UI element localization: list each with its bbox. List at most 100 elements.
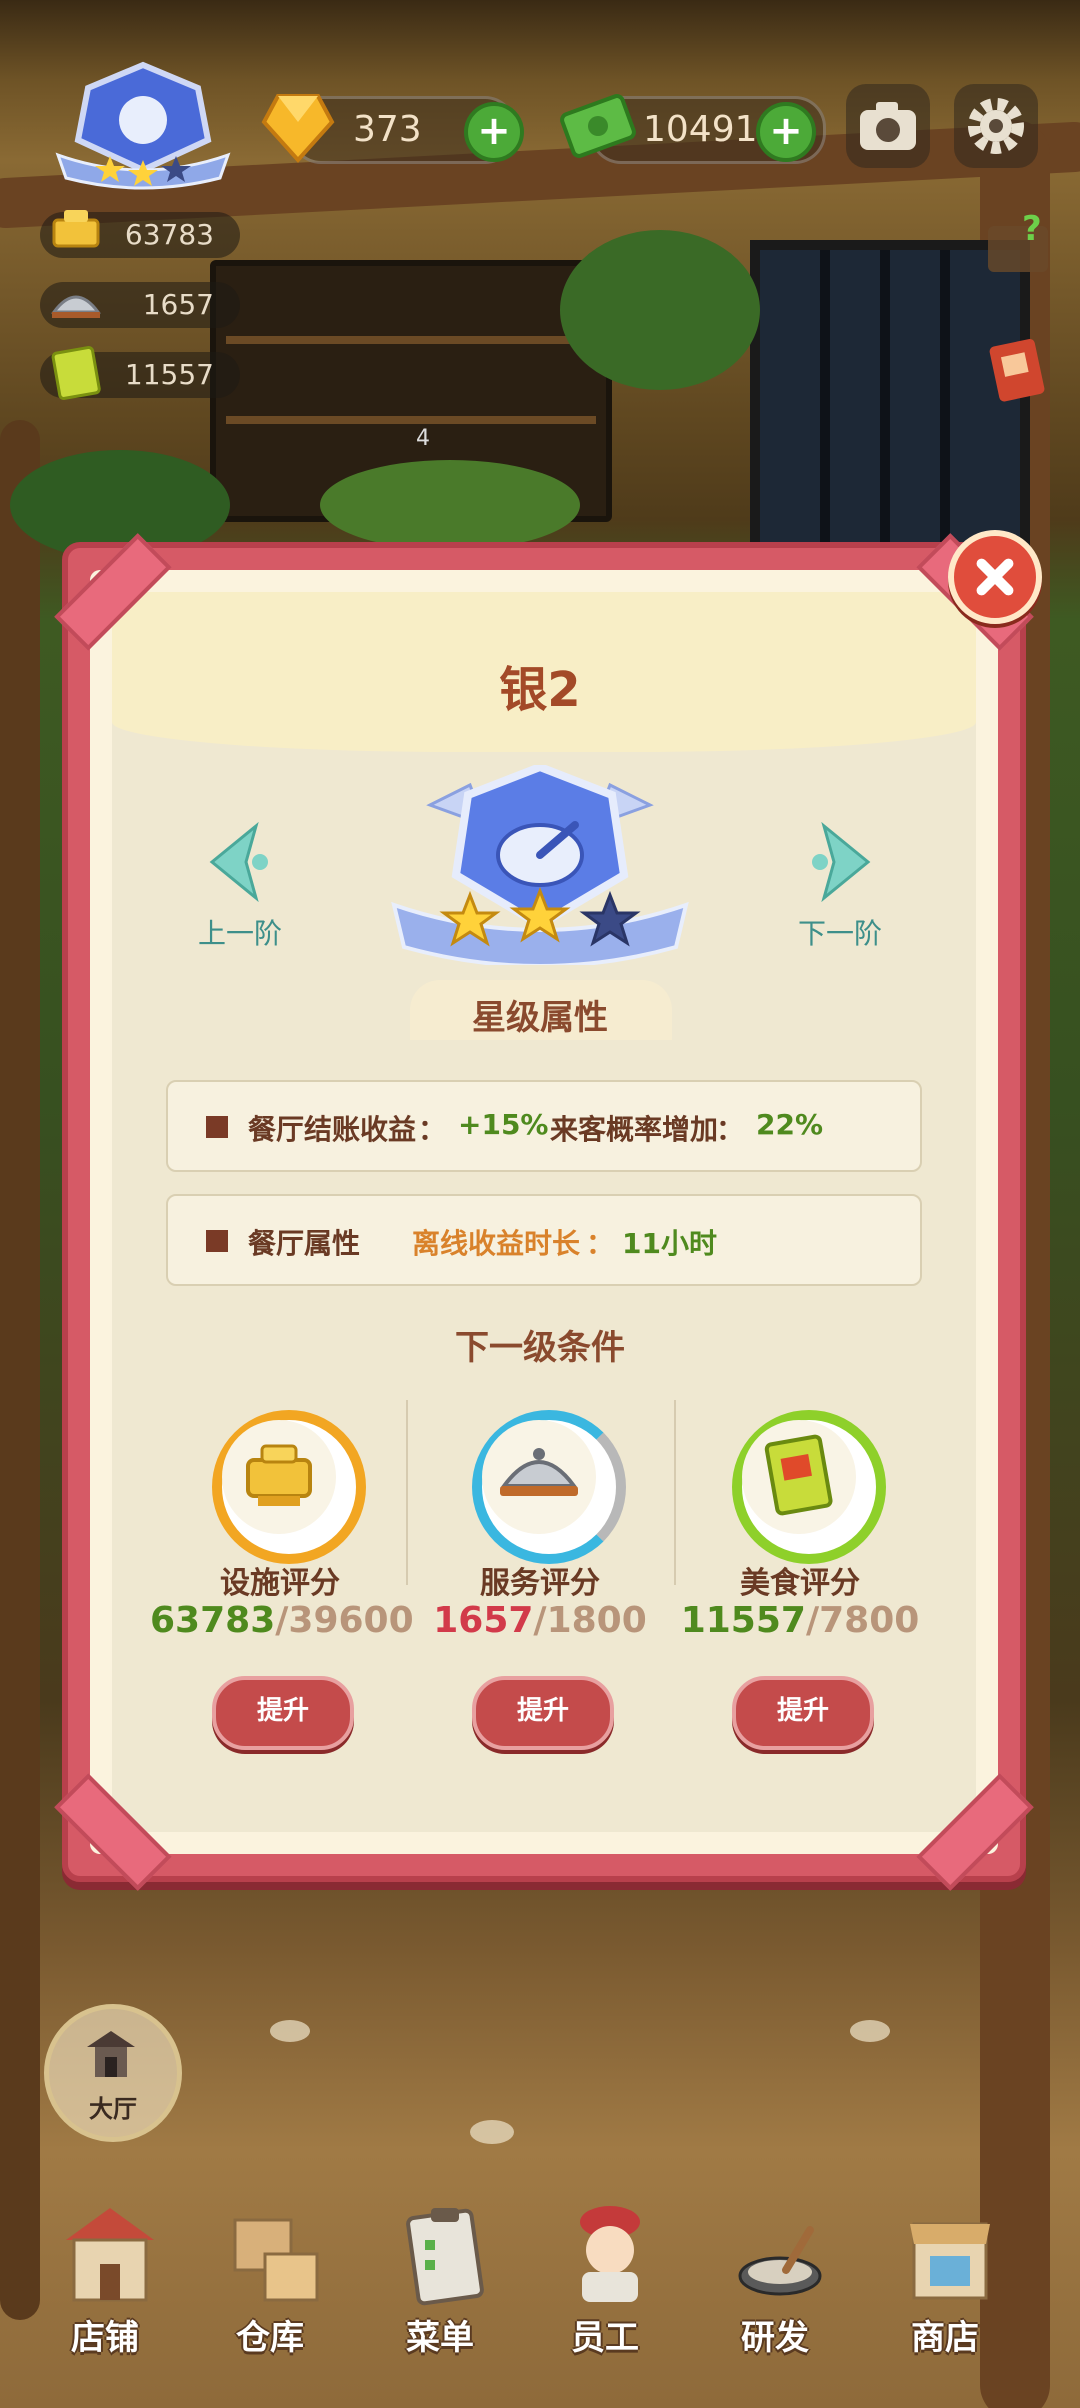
checkout-income-value: +15% bbox=[458, 1108, 549, 1141]
menu-clipboard-icon bbox=[406, 2208, 484, 2306]
chevron-right-icon bbox=[812, 821, 871, 903]
separator: ： bbox=[586, 1227, 615, 1260]
silver-rank-icon bbox=[55, 61, 231, 190]
food-required: 7800 bbox=[819, 1600, 920, 1641]
nav-staff-label: 员工 bbox=[571, 2318, 639, 2358]
offline-income-label: 离线收益时长 bbox=[412, 1227, 581, 1260]
service-value: 1657 bbox=[142, 288, 214, 321]
column-divider bbox=[674, 1400, 676, 1585]
nav-research[interactable]: 研发 bbox=[690, 2200, 860, 2400]
ring-inner bbox=[482, 1420, 596, 1534]
food-recipe-book-icon bbox=[764, 1434, 833, 1516]
svg-text:?: ? bbox=[1022, 209, 1042, 249]
stone bbox=[470, 2120, 514, 2144]
facility-score-label: 设施评分 bbox=[220, 1566, 340, 1601]
facility-score-ring bbox=[212, 1410, 366, 1564]
nav-shop-label: 店铺 bbox=[71, 2318, 139, 2358]
plant bbox=[560, 230, 760, 390]
service-score-value: 1657/1800 bbox=[410, 1600, 670, 1641]
customer-chance-value: 22% bbox=[756, 1108, 824, 1141]
close-dialog-button[interactable] bbox=[948, 530, 1042, 624]
service-current: 1657 bbox=[433, 1600, 534, 1641]
gem-count: 373 bbox=[353, 109, 422, 150]
hall-label: 大厅 bbox=[89, 2095, 137, 2123]
upgrade-facility-button[interactable]: 提升 bbox=[212, 1676, 354, 1750]
add-gems-button[interactable]: + bbox=[464, 102, 524, 162]
research-pan-icon bbox=[738, 2226, 822, 2296]
nav-menu-label: 菜单 bbox=[406, 2318, 474, 2358]
attribute-row-offline: 餐厅属性 离线收益时长 ： 11小时 bbox=[166, 1194, 922, 1286]
separator: ： bbox=[716, 1113, 745, 1146]
rank-title: 银2 bbox=[499, 662, 581, 718]
hall-pagoda-icon bbox=[87, 2031, 135, 2077]
upgrade-food-button[interactable]: 提升 bbox=[732, 1676, 874, 1750]
service-score-label: 服务评分 bbox=[480, 1566, 600, 1601]
staff-chef-icon bbox=[580, 2206, 640, 2302]
upgrade-service-button[interactable]: 提升 bbox=[472, 1676, 614, 1750]
facility-value: 63783 bbox=[124, 218, 214, 251]
attributes-title: 星级属性 bbox=[472, 998, 608, 1038]
rank-emblem bbox=[390, 762, 690, 968]
prev-rank-button[interactable] bbox=[198, 820, 282, 904]
nav-menu[interactable]: 菜单 bbox=[355, 2200, 525, 2400]
separator: ： bbox=[418, 1113, 447, 1146]
service-required: 1800 bbox=[546, 1600, 647, 1641]
slash: / bbox=[533, 1600, 547, 1641]
nav-research-label: 研发 bbox=[741, 2318, 809, 2358]
recipe-book-icon bbox=[989, 338, 1045, 402]
store-stall-icon bbox=[910, 2222, 990, 2300]
nav-warehouse-label: 仓库 bbox=[236, 2318, 304, 2358]
add-cash-button[interactable]: + bbox=[756, 102, 816, 162]
bullet-icon bbox=[206, 1116, 228, 1138]
prev-rank-label[interactable]: 上一阶 bbox=[160, 912, 320, 952]
customer-chance-label: 来客概率增加 bbox=[550, 1113, 719, 1146]
camera-icon bbox=[860, 102, 916, 150]
food-current: 11557 bbox=[680, 1600, 806, 1641]
chevron-left-icon bbox=[209, 821, 268, 903]
next-rank-label[interactable]: 下一阶 bbox=[760, 912, 920, 952]
nav-shop[interactable]: 店铺 bbox=[20, 2200, 190, 2400]
food-score-label: 美食评分 bbox=[740, 1566, 860, 1601]
facility-hotpot-icon bbox=[246, 1444, 312, 1506]
shop-building-icon bbox=[66, 2208, 154, 2302]
facility-icon bbox=[52, 210, 100, 248]
nav-staff[interactable]: 员工 bbox=[520, 2200, 690, 2400]
food-score-ring bbox=[732, 1410, 886, 1564]
ring-inner bbox=[742, 1420, 856, 1534]
food-value: 11557 bbox=[124, 358, 214, 391]
service-score-ring bbox=[472, 1410, 626, 1564]
next-level-title: 下一级条件 bbox=[455, 1328, 625, 1368]
bullet-icon bbox=[206, 1230, 228, 1252]
next-rank-button[interactable] bbox=[798, 820, 882, 904]
facility-current: 63783 bbox=[150, 1600, 276, 1641]
food-score-value: 11557/7800 bbox=[670, 1600, 930, 1641]
checkout-income-label: 餐厅结账收益 bbox=[248, 1113, 417, 1146]
restaurant-attr-label: 餐厅属性 bbox=[248, 1227, 361, 1260]
offline-income-value: 11小时 bbox=[622, 1227, 717, 1260]
silver-rank-emblem-icon bbox=[391, 762, 689, 968]
cash-icon bbox=[560, 94, 636, 158]
shelf-count: 4 bbox=[416, 426, 430, 451]
recipe-book-button[interactable] bbox=[978, 330, 1058, 410]
restaurant-rank-badge[interactable] bbox=[48, 60, 238, 190]
attribute-row-income: 餐厅结账收益 ： +15% 来客概率增加 ： 22% bbox=[166, 1080, 922, 1172]
nav-store-label: 商店 bbox=[911, 2318, 979, 2358]
slash: / bbox=[805, 1600, 820, 1641]
nav-warehouse[interactable]: 仓库 bbox=[185, 2200, 355, 2400]
quest-book-button[interactable]: ? bbox=[978, 206, 1058, 286]
column-divider bbox=[406, 1400, 408, 1585]
hall-button[interactable]: 大厅 bbox=[44, 2004, 182, 2142]
gear-icon bbox=[968, 98, 1024, 154]
help-book-icon: ? bbox=[988, 209, 1048, 272]
facility-score-value: 63783/39600 bbox=[150, 1600, 414, 1641]
gem-icon bbox=[261, 94, 335, 163]
settings-button[interactable] bbox=[954, 84, 1038, 168]
stone bbox=[850, 2020, 890, 2042]
ring-inner bbox=[222, 1420, 336, 1534]
camera-button[interactable] bbox=[846, 84, 930, 168]
slash: / bbox=[275, 1600, 289, 1641]
food-icon bbox=[51, 345, 101, 400]
nav-store[interactable]: 商店 bbox=[860, 2200, 1030, 2400]
service-icon bbox=[51, 295, 101, 318]
plant bbox=[320, 460, 580, 550]
